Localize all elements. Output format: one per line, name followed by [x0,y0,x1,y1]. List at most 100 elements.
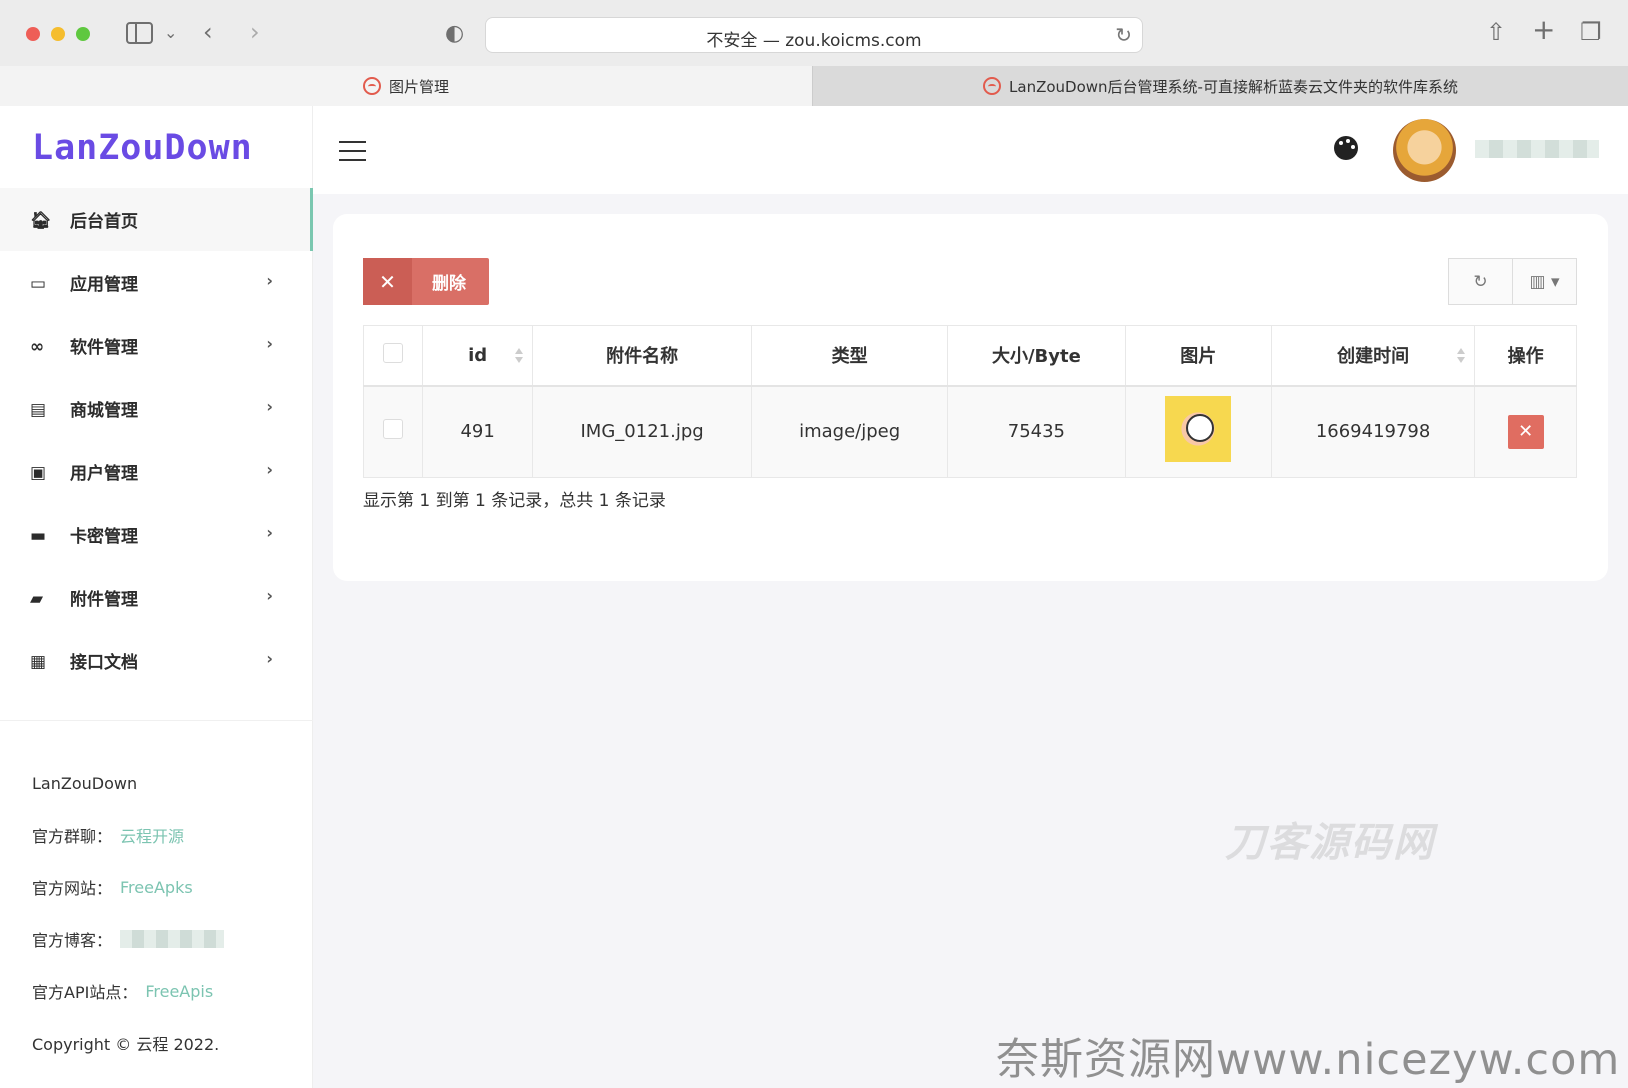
footer-blog-label: 官方博客： [32,931,113,950]
refresh-button[interactable]: ↻ [1449,259,1512,304]
footer-group-label: 官方群聊： [32,827,113,846]
close-window-button[interactable] [26,27,40,41]
sidebar-item-cards[interactable]: ▬ 卡密管理 › [0,503,313,566]
footer-group-link[interactable]: 云程开源 [120,823,184,847]
tab-label: 图片管理 [388,77,449,96]
back-icon[interactable]: ‹ [203,20,213,44]
sidebar-item-users[interactable]: ▣ 用户管理 › [0,440,313,503]
close-icon: ✕ [363,258,412,305]
tab-label: LanZouDown后台管理系统-可直接解析蓝奏云文件夹的软件库系统 [1009,77,1458,96]
cell-size: 75435 [947,385,1126,478]
cell-type: image/jpeg [751,385,949,478]
footer-blog-link-redacted[interactable] [120,930,225,948]
sidebar-item-store[interactable]: ▤ 商城管理 › [0,377,313,440]
sidebar-item-label: 软件管理 [70,338,138,358]
sidebar-item-label: 后台首页 [70,212,138,232]
new-tab-icon[interactable]: + [1532,16,1555,44]
sidebar: LanZouDown 🏠︎ 后台首页 ▭ 应用管理 › ∞ 软件管理 › ▤ 商… [0,106,313,1088]
cell-actions: ✕ [1474,385,1577,478]
zoom-window-button[interactable] [76,27,90,41]
hamburger-menu-icon[interactable] [339,141,366,161]
column-type: 类型 [751,325,949,387]
select-all-cell [362,325,424,387]
column-label: id [468,344,488,366]
row-select-cell [362,385,424,478]
inbox-icon: ▦ [30,651,47,672]
app-logo[interactable]: LanZouDown [32,128,253,168]
browser-tab-bar: 图片管理 LanZouDown后台管理系统-可直接解析蓝奏云文件夹的软件库系统 [0,66,1628,106]
reload-icon[interactable]: ↻ [1115,23,1132,47]
delete-button[interactable]: ✕ 删除 [363,258,489,305]
select-all-checkbox[interactable] [383,342,404,363]
infinity-icon: ∞ [30,336,45,357]
username-redacted[interactable] [1475,140,1599,158]
footer-api-link[interactable]: FreeApis [145,982,213,1001]
sidebar-item-label: 附件管理 [70,590,138,610]
column-name: 附件名称 [532,325,753,387]
watermark-lower: 奈斯资源网www.nicezyw.com [996,1035,1621,1085]
sort-icon[interactable] [515,348,524,364]
shield-icon[interactable]: ◐ [445,22,464,46]
sidebar-item-software[interactable]: ∞ 软件管理 › [0,314,313,377]
forward-icon[interactable]: › [250,20,260,44]
site-favicon-icon [362,77,381,95]
avatar[interactable] [1393,119,1456,182]
sidebar-item-attachments[interactable]: ▰ 附件管理 › [0,566,313,629]
column-id[interactable]: id [422,325,534,387]
user-card-icon: ▣ [30,462,47,483]
chevron-right-icon: › [266,334,273,353]
sidebar-item-api-docs[interactable]: ▦ 接口文档 › [0,629,313,692]
table-header-row: id 附件名称 类型 大小/Byte 图片 创建时间 操作 [362,325,1577,387]
address-text: 不安全 — zou.koicms.com [706,31,922,51]
footer-site-label: 官方网站： [32,879,113,898]
tab-overview-icon[interactable]: ❐ [1580,20,1602,44]
attachment-list-card: ✕ 删除 ↻ ▥ ▾ id 附件名称 类型 大小/Byte 图片 创建时间 操作… [333,214,1608,581]
share-icon[interactable]: ⇧ [1486,20,1506,44]
sidebar-item-label: 卡密管理 [70,527,138,547]
cell-id: 491 [422,385,534,478]
sidebar-item-apps[interactable]: ▭ 应用管理 › [0,251,313,314]
chevron-right-icon: › [266,271,273,290]
credit-card-icon: ▬ [30,525,47,546]
table-tools: ↻ ▥ ▾ [1448,258,1577,305]
site-favicon-icon [983,77,1002,95]
sidebar-item-label: 用户管理 [70,464,138,484]
footer-site-link[interactable]: FreeApks [120,878,193,897]
palette-icon[interactable] [1334,136,1358,160]
column-actions: 操作 [1474,325,1577,387]
cell-image [1124,385,1272,478]
columns-dropdown-button[interactable]: ▥ ▾ [1512,259,1576,304]
tab-image-management[interactable]: 图片管理 [0,66,812,106]
home-icon: 🏠︎ [30,210,52,231]
row-checkbox[interactable] [383,419,404,440]
chevron-right-icon: › [266,460,273,479]
address-bar[interactable]: 不安全 — zou.koicms.com ↻ [485,17,1143,53]
sidebar-item-label: 商城管理 [70,401,138,421]
tab-lanzoudown-admin[interactable]: LanZouDown后台管理系统-可直接解析蓝奏云文件夹的软件库系统 [812,66,1628,106]
chevron-right-icon: › [266,586,273,605]
image-thumbnail[interactable] [1165,396,1232,463]
table-row: 491 IMG_0121.jpg image/jpeg 75435 166941… [362,385,1577,478]
footer-app-name: LanZouDown [32,773,138,793]
watermark-upper: 刀客源码网 [1225,820,1435,866]
row-delete-button[interactable]: ✕ [1507,414,1544,449]
chevron-down-icon[interactable]: ⌄ [164,21,177,45]
laptop-icon: ▭ [30,273,47,294]
folder-icon: ▰ [30,588,44,609]
pagination-summary: 显示第 1 到第 1 条记录，总共 1 条记录 [363,491,666,511]
app-header [313,106,1628,194]
footer-copyright: Copyright © 云程 2022. [32,1035,220,1054]
sidebar-toggle-icon[interactable] [126,22,153,44]
cell-name: IMG_0121.jpg [532,385,753,478]
column-created[interactable]: 创建时间 [1270,325,1476,387]
column-size: 大小/Byte [947,325,1126,387]
sidebar-footer: LanZouDown 官方群聊： 云程开源 官方网站： FreeApks 官方博… [0,720,313,1069]
sidebar-item-dashboard[interactable]: 🏠︎ 后台首页 [0,188,313,251]
delete-button-label: 删除 [432,274,466,294]
sort-icon[interactable] [1457,348,1466,364]
minimize-window-button[interactable] [51,27,65,41]
sidebar-menu: 🏠︎ 后台首页 ▭ 应用管理 › ∞ 软件管理 › ▤ 商城管理 › ▣ 用户管… [0,188,313,692]
footer-api: 官方API站点： FreeApis [0,965,313,1017]
attachment-table: id 附件名称 类型 大小/Byte 图片 创建时间 操作 491 IMG_01… [362,325,1577,478]
chevron-right-icon: › [266,649,273,668]
